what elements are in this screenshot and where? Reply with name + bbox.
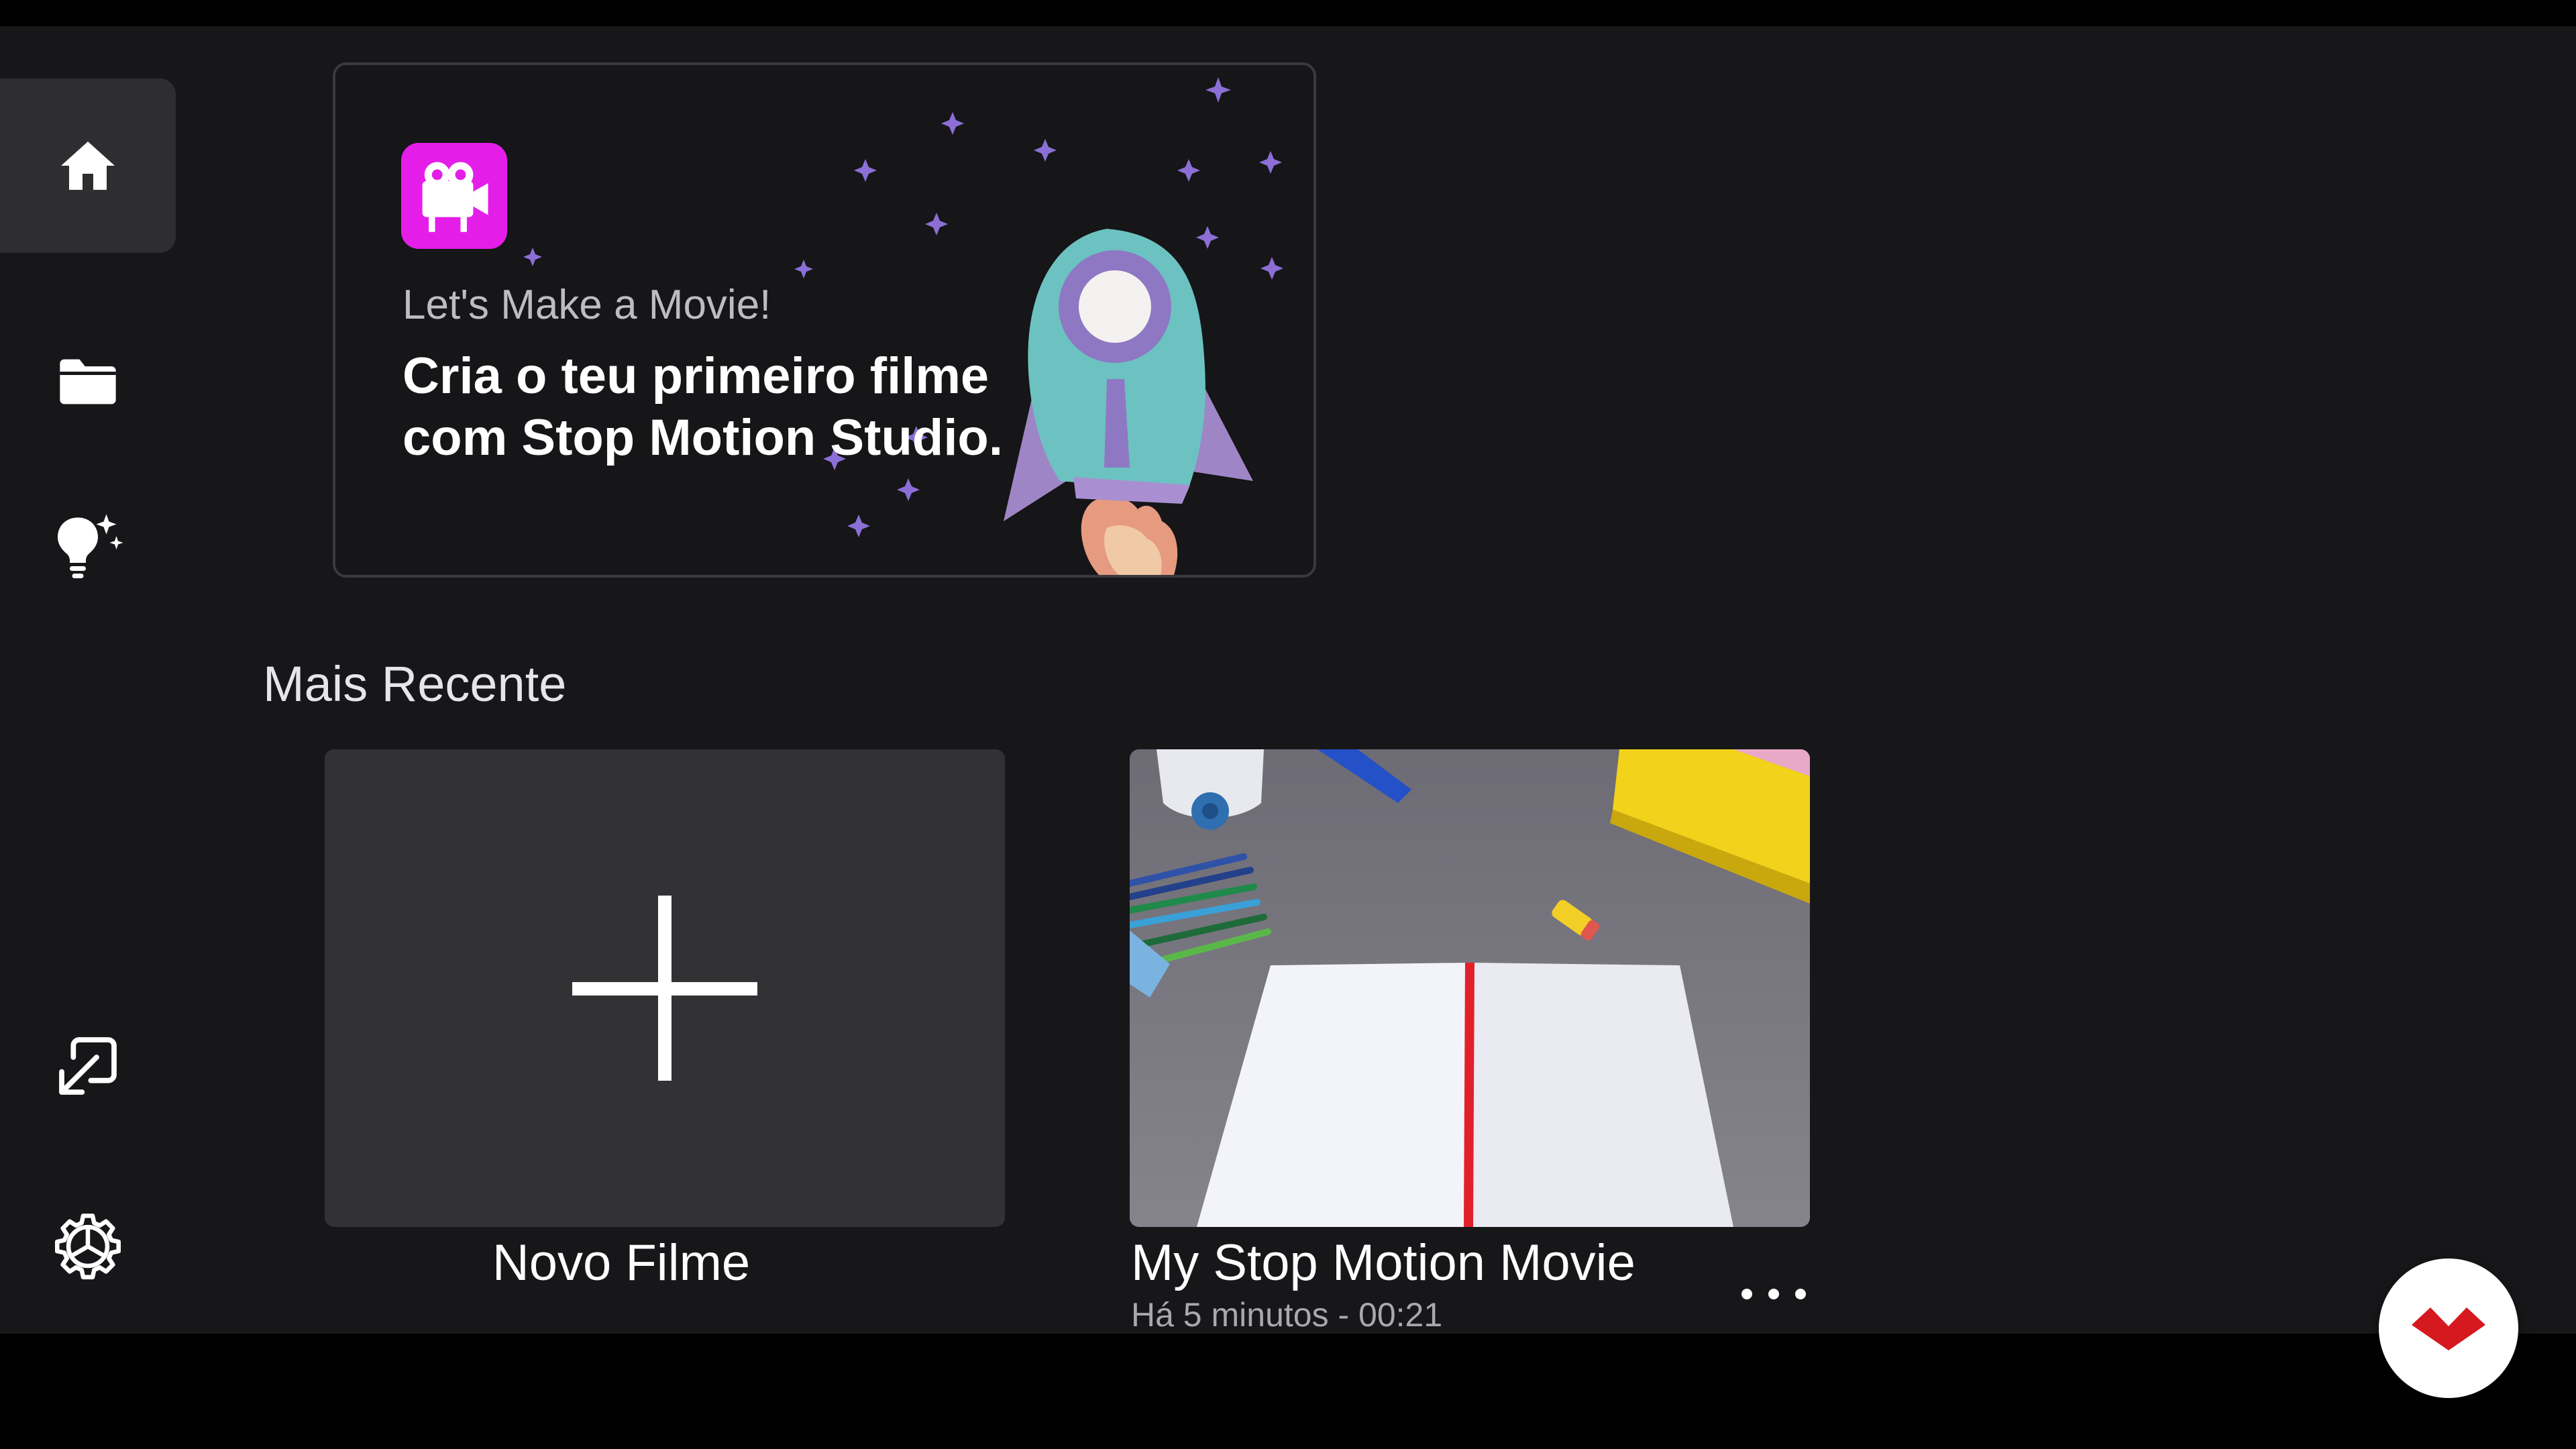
banner-headline-line-1: Cria o teu primeiro filme xyxy=(402,347,989,405)
brand-logo-button[interactable] xyxy=(2379,1258,2518,1398)
banner-headline: Cria o teu primeiro filme com Stop Motio… xyxy=(402,345,1073,469)
sidebar-item-home[interactable] xyxy=(0,78,176,253)
brand-logo-icon xyxy=(2412,1307,2485,1350)
sidebar-item-ideas[interactable] xyxy=(0,482,176,616)
app-window: Let's Make a Movie! Cria o teu primeiro … xyxy=(0,26,2576,1334)
banner-kicker: Let's Make a Movie! xyxy=(402,282,771,328)
home-icon xyxy=(61,142,115,190)
folder-icon xyxy=(60,359,116,405)
sidebar-item-import[interactable] xyxy=(0,999,176,1133)
welcome-banner[interactable]: Let's Make a Movie! Cria o teu primeiro … xyxy=(333,62,1316,578)
lightbulb-sparkle-icon xyxy=(58,514,123,578)
sidebar-item-projects[interactable] xyxy=(0,315,176,449)
new-movie-card[interactable] xyxy=(325,749,1005,1227)
screen: Let's Make a Movie! Cria o teu primeiro … xyxy=(0,0,2576,1449)
movie-thumbnail-image xyxy=(1130,749,1810,1227)
sidebar-item-settings[interactable] xyxy=(0,1180,176,1314)
app-logo xyxy=(401,143,507,249)
more-options-button[interactable] xyxy=(1741,1281,1806,1307)
movie-title: My Stop Motion Movie xyxy=(1131,1234,1635,1291)
new-movie-label: Novo Filme xyxy=(492,1234,751,1291)
more-dot xyxy=(1795,1289,1806,1299)
banner-headline-line-2: com Stop Motion Studio. xyxy=(402,409,1003,466)
more-dot xyxy=(1741,1289,1752,1299)
gear-icon xyxy=(55,1214,121,1280)
section-title-recent: Mais Recente xyxy=(263,656,567,712)
import-icon xyxy=(59,1037,117,1095)
movie-thumbnail[interactable] xyxy=(1130,749,1810,1227)
more-dot xyxy=(1768,1289,1779,1299)
movie-camera-icon xyxy=(422,162,488,232)
movie-meta: Há 5 minutos - 00:21 xyxy=(1131,1296,1443,1334)
